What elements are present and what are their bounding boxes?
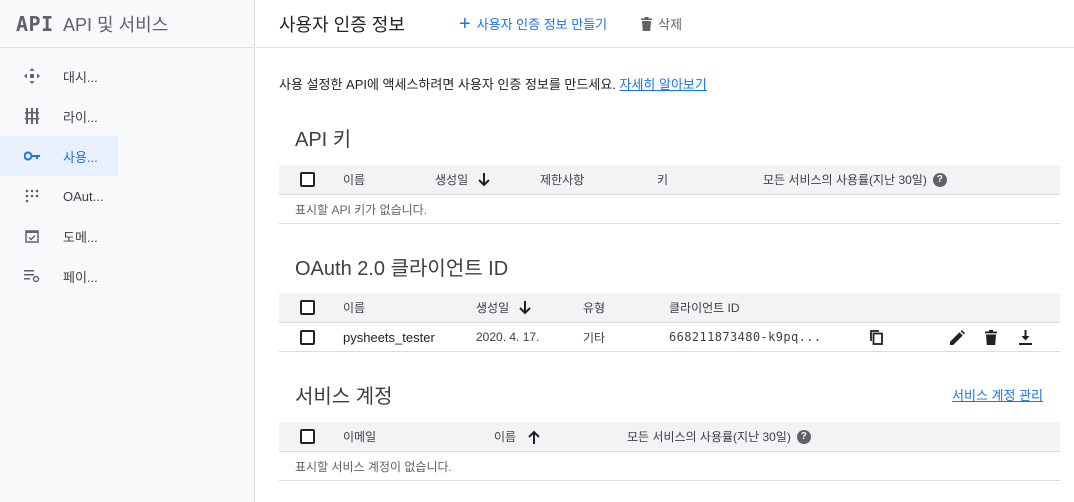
download-icon[interactable] [1015,327,1035,347]
sidebar-item-domain[interactable]: 도메... [0,216,118,256]
library-icon [22,106,42,126]
table-row[interactable]: pysheets_tester 2020. 4. 17. 기타 66821187… [279,323,1060,352]
select-all-checkbox[interactable] [300,429,315,444]
domain-verify-icon [22,226,42,246]
col-created[interactable]: 생성일 [476,299,531,316]
empty-message: 표시할 API 키가 없습니다. [295,202,428,217]
dashboard-icon [22,66,42,86]
sidebar-item-library[interactable]: 라이... [0,96,118,136]
col-usage: 모든 서비스의 사용률(지난 30일) ? [627,428,811,445]
col-name[interactable]: 이름 [343,299,365,316]
arrow-down-icon [519,300,531,314]
service-accounts-section-header: 서비스 계정 서비스 계정 관리 [279,381,1060,408]
service-accounts-table-header: 이메일 이름 모든 서비스의 사용률(지난 30일) ? [279,422,1060,452]
sidebar-item-label: 도메... [63,229,98,245]
oauth-title: OAuth 2.0 클라이언트 ID [295,257,509,280]
sidebar-title[interactable]: API 및 서비스 [63,11,168,37]
client-id-value: 668211873480-k9pq... [669,330,822,344]
sidebar-item-label: OAut... [63,188,104,204]
oauth-consent-icon [22,186,42,206]
col-client-id: 클라이언트 ID [669,301,740,315]
sidebar-item-dashboard[interactable]: 대시... [0,56,118,96]
col-name[interactable]: 이름 [343,171,365,188]
sidebar-item-label: 페이... [63,269,98,285]
col-usage-label: 모든 서비스의 사용률(지난 30일) [763,173,927,187]
empty-message: 표시할 서비스 계정이 없습니다. [295,459,452,474]
sidebar: API API 및 서비스 대시... 라이... 사용... OAut... [0,0,255,502]
help-icon[interactable]: ? [796,429,811,444]
create-credentials-button[interactable]: + 사용자 인증 정보 만들기 [459,14,607,34]
help-icon[interactable]: ? [932,172,947,187]
client-type: 기타 [583,330,606,345]
key-icon [22,146,42,166]
select-all-checkbox[interactable] [300,300,315,315]
api-logo: API [16,11,54,36]
row-checkbox[interactable] [300,329,315,345]
col-created-label: 생성일 [435,173,469,187]
delete-label: 삭제 [658,17,683,32]
select-all-checkbox[interactable] [300,172,315,187]
col-type: 유형 [583,301,606,315]
sidebar-item-oauth[interactable]: OAut... [0,176,118,216]
col-key: 키 [657,173,669,187]
intro-text: 사용 설정한 API에 액세스하려면 사용자 인증 정보를 만드세요. 자세히 … [279,74,1060,93]
delete-button[interactable]: 삭제 [641,14,682,33]
arrow-up-icon [528,430,540,444]
col-name-label: 이름 [494,430,517,444]
page-title: 사용자 인증 정보 [279,14,405,35]
sidebar-item-label: 대시... [63,69,98,85]
arrow-down-icon [478,172,490,186]
trash-icon[interactable] [981,327,1001,347]
api-keys-empty-row: 표시할 API 키가 없습니다. [279,195,1060,224]
client-created: 2020. 4. 17. [476,330,540,344]
top-bar: 사용자 인증 정보 + 사용자 인증 정보 만들기 삭제 [256,0,1074,48]
col-restrictions: 제한사항 [540,173,585,187]
sidebar-item-label: 사용... [63,149,98,165]
intro-message: 사용 설정한 API에 액세스하려면 사용자 인증 정보를 만드세요. [279,77,620,92]
oauth-section-header: OAuth 2.0 클라이언트 ID [279,253,1060,280]
main-content: 사용 설정한 API에 액세스하려면 사용자 인증 정보를 만드세요. 자세히 … [279,48,1060,481]
learn-more-link[interactable]: 자세히 알아보기 [620,77,707,92]
col-usage: 모든 서비스의 사용률(지난 30일) ? [763,171,947,188]
settings-list-icon [22,266,42,286]
create-credentials-label: 사용자 인증 정보 만들기 [476,17,608,32]
oauth-table-header: 이름 생성일 유형 클라이언트 ID [279,293,1060,323]
col-name[interactable]: 이름 [494,428,540,445]
manage-service-accounts-link[interactable]: 서비스 계정 관리 [952,385,1043,404]
client-name[interactable]: pysheets_tester [343,330,435,345]
api-keys-section-header: API 키 [279,124,1060,151]
api-keys-title: API 키 [295,128,352,151]
sidebar-item-label: 라이... [63,109,98,125]
sidebar-nav: 대시... 라이... 사용... OAut... 도메... 페이... [0,56,254,296]
plus-icon: + [459,12,471,35]
trash-icon [641,16,653,31]
service-accounts-title: 서비스 계정 [295,385,393,408]
col-email[interactable]: 이메일 [343,428,376,445]
sidebar-item-page-usage[interactable]: 페이... [0,256,118,296]
col-created[interactable]: 생성일 [435,171,490,188]
api-keys-table-header: 이름 생성일 제한사항 키 모든 서비스의 사용률(지난 30일) ? [279,165,1060,195]
sidebar-header: API API 및 서비스 [0,0,254,48]
col-created-label: 생성일 [476,301,510,315]
service-accounts-empty-row: 표시할 서비스 계정이 없습니다. [279,452,1060,481]
sidebar-item-credentials[interactable]: 사용... [0,136,118,176]
col-usage-label: 모든 서비스의 사용률(지난 30일) [627,430,791,444]
edit-icon[interactable] [947,327,967,347]
copy-icon[interactable] [866,327,886,347]
